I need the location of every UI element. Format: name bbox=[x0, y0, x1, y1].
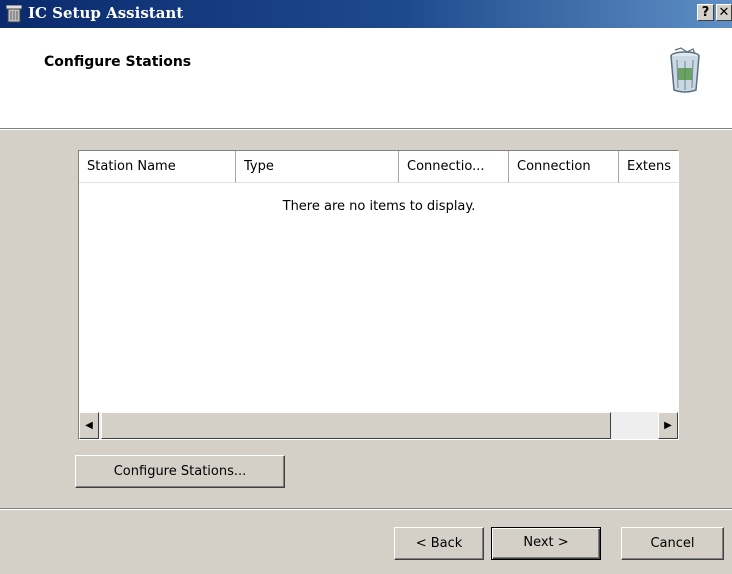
arrow-right-icon: ▶ bbox=[664, 420, 672, 431]
column-header-station-name[interactable]: Station Name bbox=[79, 151, 236, 183]
wizard-header: Configure Stations bbox=[0, 28, 732, 128]
footer-separator bbox=[0, 508, 732, 510]
scrollbar-thumb[interactable] bbox=[101, 412, 611, 439]
stations-list[interactable]: Station Name Type Connectio... Connectio… bbox=[78, 150, 679, 440]
help-button[interactable]: ? bbox=[697, 4, 714, 21]
list-header: Station Name Type Connectio... Connectio… bbox=[79, 151, 678, 183]
page-title: Configure Stations bbox=[44, 54, 192, 70]
next-button[interactable]: Next > bbox=[491, 527, 601, 560]
cancel-button[interactable]: Cancel bbox=[621, 527, 724, 560]
app-icon bbox=[6, 5, 22, 23]
close-icon: ✕ bbox=[718, 5, 730, 20]
column-header-extension[interactable]: Extens bbox=[619, 151, 678, 183]
title-bar[interactable]: IC Setup Assistant ? ✕ bbox=[0, 0, 732, 28]
close-button[interactable]: ✕ bbox=[716, 4, 732, 21]
horizontal-scrollbar[interactable]: ◀ ▶ bbox=[79, 412, 678, 439]
scroll-right-button[interactable]: ▶ bbox=[658, 412, 678, 439]
column-header-connection-2[interactable]: Connection bbox=[509, 151, 619, 183]
back-button[interactable]: < Back bbox=[394, 527, 484, 560]
empty-list-message: There are no items to display. bbox=[282, 199, 476, 214]
setup-assistant-window: IC Setup Assistant ? ✕ Configure Station… bbox=[0, 0, 732, 574]
scroll-left-button[interactable]: ◀ bbox=[79, 412, 99, 439]
arrow-left-icon: ◀ bbox=[85, 420, 93, 431]
column-header-type[interactable]: Type bbox=[236, 151, 399, 183]
header-separator bbox=[0, 128, 732, 130]
help-icon: ? bbox=[701, 5, 710, 20]
recycle-bin-icon bbox=[670, 47, 700, 93]
window-title: IC Setup Assistant bbox=[28, 4, 184, 22]
column-header-connection-1[interactable]: Connectio... bbox=[399, 151, 509, 183]
configure-stations-button[interactable]: Configure Stations... bbox=[75, 455, 285, 488]
